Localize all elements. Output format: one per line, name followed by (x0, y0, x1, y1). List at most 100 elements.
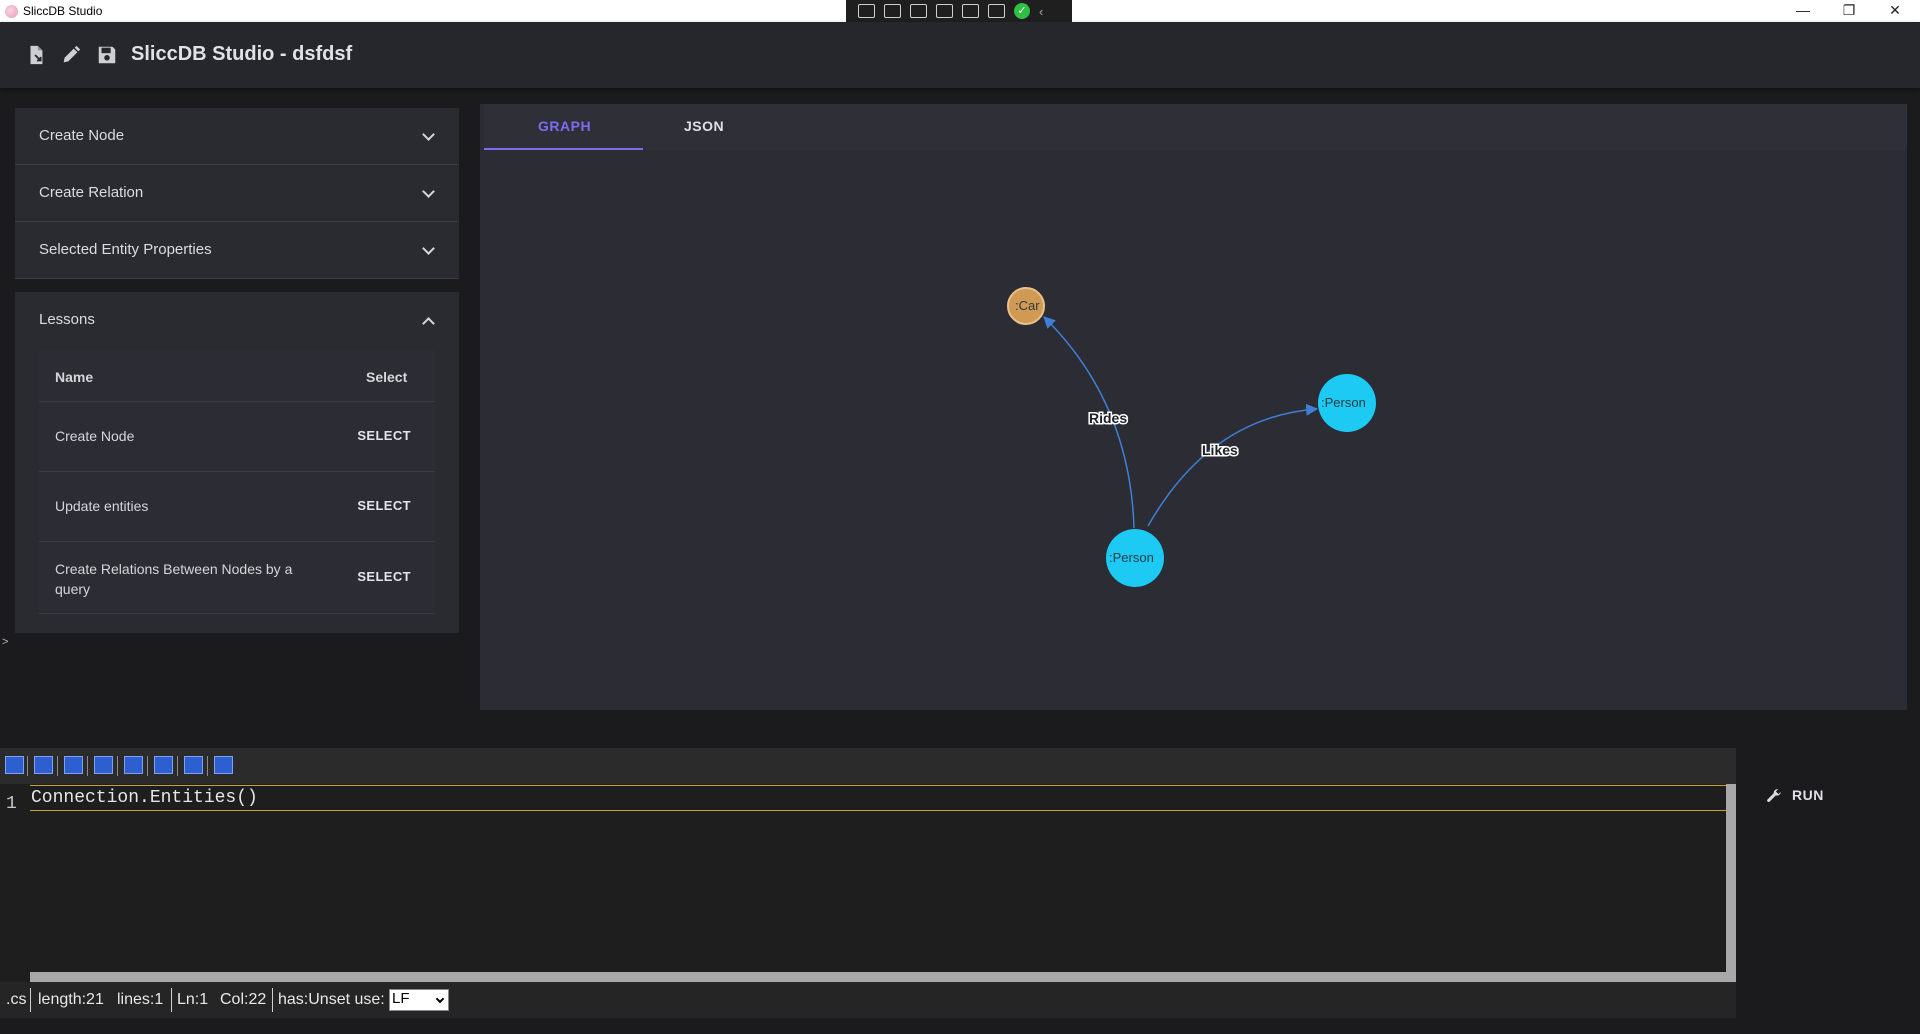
accordion-selected-entity-properties[interactable]: Selected Entity Properties (15, 222, 459, 279)
capture-toolbar: ✓ ‹ (846, 0, 1072, 22)
edit-icon[interactable] (60, 44, 82, 66)
table-row: Create Node SELECT (39, 402, 435, 472)
tab-json[interactable]: JSON (684, 118, 724, 134)
gamepad-icon[interactable] (988, 4, 1005, 18)
select-button[interactable]: SELECT (357, 498, 411, 513)
run-button[interactable]: RUN (1757, 777, 1857, 813)
edge-label: Rides (1089, 410, 1127, 426)
toolbar-divider (177, 756, 178, 776)
toolbar-divider (147, 756, 148, 776)
accordion-label: Selected Entity Properties (39, 241, 212, 258)
lines-readout: lines:1 (117, 991, 164, 1008)
check-icon[interactable]: ✓ (1014, 3, 1030, 19)
unset-readout: has:Unset use: (278, 991, 385, 1008)
app-root: SliccDB Studio ✓ ‹ — ❐ ✕ SliccDB Studio … (0, 0, 1920, 1034)
chevron-down-icon (422, 185, 435, 198)
edge-likes[interactable] (1147, 403, 1319, 527)
code-text: Connection.Entities() (31, 788, 258, 808)
editor-statusbar: .cs length:21 lines:1 Ln:1 Col:22 has:Un… (0, 982, 1736, 1018)
video-icon[interactable] (884, 4, 901, 18)
maximize-button[interactable]: ❐ (1826, 0, 1872, 22)
window-title: SliccDB Studio (23, 4, 103, 18)
column-readout: Col:22 (220, 991, 267, 1008)
status-divider (30, 988, 31, 1012)
lesson-name: Create Node (55, 428, 135, 444)
chevron-down-icon (422, 128, 435, 141)
tab-graph[interactable]: GRAPH (538, 118, 591, 134)
save-icon[interactable] (154, 756, 173, 774)
settings-icon[interactable] (214, 756, 233, 774)
table-row: Create Relations Between Nodes by a quer… (39, 542, 435, 614)
file-extension: .cs (6, 991, 27, 1008)
line-ending-select[interactable]: LF (389, 989, 449, 1011)
cut-icon[interactable] (64, 756, 83, 774)
column-header-select: Select (366, 369, 408, 385)
edge-label: Likes (1202, 442, 1238, 458)
app-logo-icon (5, 5, 18, 18)
left-panel: Create Node Create Relation Selected Ent… (15, 108, 459, 279)
accordion-label: Create Relation (39, 184, 144, 201)
chevron-down-icon (422, 242, 435, 255)
accordion-lessons[interactable]: Lessons (15, 292, 459, 350)
toolbar-divider (117, 756, 118, 776)
lessons-panel: Lessons Name Select Create Node SELECT U… (15, 292, 459, 633)
format-icon[interactable] (184, 756, 203, 774)
accordion-create-node[interactable]: Create Node (15, 108, 459, 165)
line-readout: Ln:1 (177, 991, 209, 1008)
length-readout: length:21 (38, 991, 104, 1008)
lesson-name: Update entities (55, 498, 149, 514)
select-button[interactable]: SELECT (357, 569, 411, 584)
chevron-down-icon (435, 994, 445, 1004)
lesson-name: Create Relations Between Nodes by a quer… (55, 561, 293, 597)
window-capture-icon[interactable] (962, 4, 979, 18)
vertical-scrollbar[interactable] (1726, 784, 1736, 980)
accordion-label: Create Node (39, 127, 125, 144)
minimize-button[interactable]: — (1780, 0, 1826, 22)
toolbar-divider (27, 756, 28, 776)
accordion-label: Lessons (39, 311, 95, 328)
code-editor: 1 Connection.Entities() .cs length:21 li… (0, 748, 1736, 1018)
copy-icon[interactable] (94, 756, 113, 774)
collapse-arrow-icon[interactable]: ‹ (1039, 4, 1043, 19)
select-button[interactable]: SELECT (357, 428, 411, 443)
save-icon[interactable] (96, 44, 118, 66)
expand-caret-icon[interactable]: > (2, 636, 8, 648)
active-tab-indicator (484, 148, 643, 150)
node-label: :Person (1321, 395, 1366, 410)
table-header: Name Select (39, 350, 435, 402)
node-label: :Person (1109, 550, 1154, 565)
accordion-create-relation[interactable]: Create Relation (15, 165, 459, 222)
current-line-highlight (30, 785, 1726, 811)
table-row: Update entities SELECT (39, 472, 435, 542)
node-label: :Car (1015, 298, 1040, 313)
graph-canvas[interactable]: Rides Likes :Car :Person :Person (480, 162, 1907, 710)
frame-icon[interactable] (936, 4, 953, 18)
window-titlebar: SliccDB Studio ✓ ‹ — ❐ ✕ (0, 0, 1920, 22)
select-region-icon[interactable] (910, 4, 927, 18)
new-file-icon[interactable] (25, 44, 47, 66)
toolbar-divider (207, 756, 208, 776)
paste-icon[interactable] (124, 756, 143, 774)
status-divider (171, 988, 172, 1012)
capture-mode-icon[interactable] (858, 4, 875, 18)
redo-icon[interactable] (34, 756, 53, 774)
page-title: SliccDB Studio - dsfdsf (131, 43, 353, 65)
line-ending-value: LF (392, 990, 410, 1007)
wrench-icon (1767, 789, 1781, 802)
line-numbers: 1 (0, 784, 30, 980)
toolbar-divider (87, 756, 88, 776)
code-input[interactable]: Connection.Entities() (30, 784, 1726, 978)
close-button[interactable]: ✕ (1872, 0, 1918, 22)
status-divider (272, 988, 273, 1012)
undo-icon[interactable] (5, 756, 24, 774)
column-header-name: Name (55, 369, 94, 385)
run-label: RUN (1792, 787, 1824, 803)
app-header: SliccDB Studio - dsfdsf (0, 22, 1920, 88)
view-tabs: GRAPH JSON (484, 104, 1907, 150)
toolbar-divider (57, 756, 58, 776)
lessons-table: Name Select Create Node SELECT Update en… (39, 350, 435, 614)
editor-toolbar (0, 748, 1736, 784)
chevron-up-icon (422, 317, 435, 330)
graph-panel: GRAPH JSON Rides Likes :Car :Person :Per… (480, 104, 1907, 710)
horizontal-scrollbar[interactable] (30, 972, 1736, 982)
